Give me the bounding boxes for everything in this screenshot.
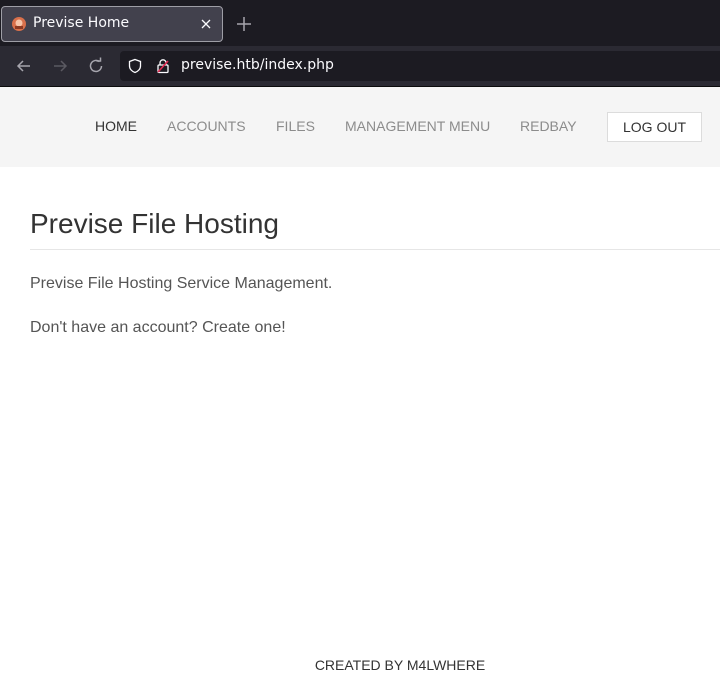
footer-credit: CREATED BY M4LWHERE — [314, 657, 486, 673]
site-navbar: HOME ACCOUNTS FILES MANAGEMENT MENU REDB… — [0, 87, 720, 167]
logout-button[interactable]: LOG OUT — [607, 112, 702, 142]
url-text[interactable]: previse.htb/index.php — [181, 57, 334, 73]
nav-item-redbay[interactable]: REDBAY — [520, 118, 577, 134]
nav-item-management-menu[interactable]: MANAGEMENT MENU — [345, 118, 490, 134]
browser-tab-strip: Previse Home — [0, 0, 720, 46]
browser-tab-active[interactable]: Previse Home — [1, 6, 223, 42]
reload-icon[interactable] — [87, 57, 105, 75]
nav-item-home[interactable]: HOME — [95, 118, 137, 134]
page-title: Previse File Hosting — [30, 208, 279, 239]
tracking-protection-shield-icon[interactable] — [127, 58, 143, 74]
nav-item-accounts[interactable]: ACCOUNTS — [167, 118, 246, 134]
tab-title: Previse Home — [33, 15, 130, 31]
new-tab-plus-icon[interactable] — [235, 15, 253, 33]
create-account-link[interactable]: Don't have an account? Create one! — [30, 319, 286, 337]
insecure-lock-icon[interactable] — [155, 58, 171, 74]
previse-favicon-icon — [12, 17, 26, 31]
forward-arrow-icon[interactable] — [51, 57, 69, 75]
browser-toolbar: previse.htb/index.php — [0, 46, 720, 87]
service-description: Previse File Hosting Service Management. — [30, 275, 333, 292]
back-arrow-icon[interactable] — [15, 57, 33, 75]
title-divider — [30, 249, 720, 250]
address-bar[interactable]: previse.htb/index.php — [120, 51, 720, 81]
close-tab-icon[interactable] — [198, 16, 214, 32]
nav-item-files[interactable]: FILES — [276, 118, 315, 134]
